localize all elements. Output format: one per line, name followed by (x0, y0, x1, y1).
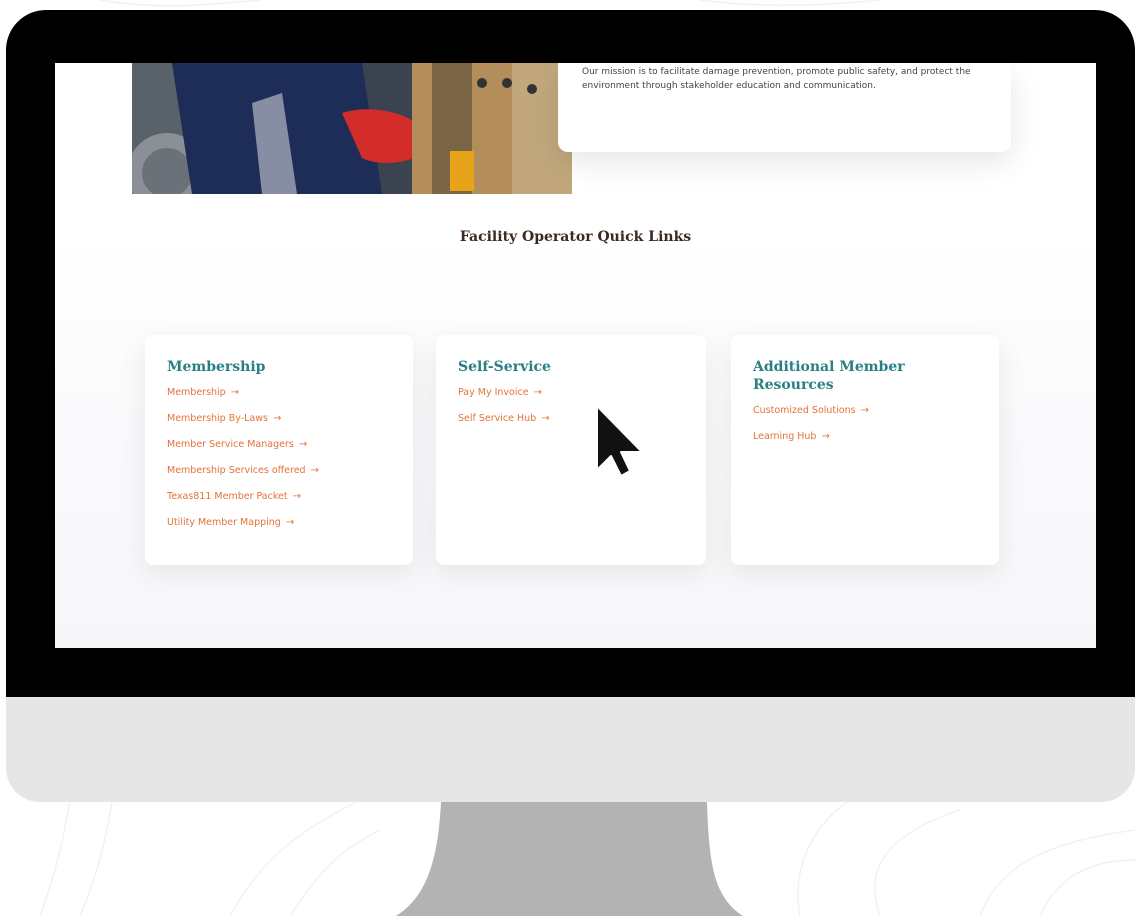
arrow-right-icon: → (298, 439, 308, 450)
additional-resources-links: Customized Solutions → Learning Hub → (753, 404, 999, 444)
arrow-right-icon: → (310, 465, 319, 476)
membership-bylaws-link[interactable]: Membership By-Laws → (167, 412, 413, 426)
self-service-card: Self-Service Pay My Invoice → Self Servic… (436, 335, 706, 565)
membership-services-offered-link[interactable]: Membership Services offered → (167, 464, 413, 478)
arrow-right-icon: → (821, 431, 830, 442)
web-page: Our mission is to facilitate damage prev… (55, 63, 1096, 648)
monitor-chin (6, 697, 1135, 802)
member-packet-link[interactable]: Texas811 Member Packet → (167, 490, 413, 504)
arrow-right-icon: → (272, 413, 282, 424)
additional-resources-card: Additional Member Resources Customized S… (731, 335, 999, 565)
learning-hub-link[interactable]: Learning Hub → (753, 430, 999, 444)
membership-link[interactable]: Membership → (167, 386, 413, 400)
monitor-screen: Our mission is to facilitate damage prev… (55, 63, 1096, 648)
membership-links: Membership → Membership By-Laws → Member S… (167, 386, 413, 530)
arrow-right-icon: → (285, 517, 295, 528)
membership-card-title: Membership (167, 359, 266, 375)
mission-card: Our mission is to facilitate damage prev… (558, 63, 1011, 152)
customized-solutions-link[interactable]: Customized Solutions → (753, 404, 999, 418)
arrow-right-icon: → (541, 413, 550, 424)
additional-resources-card-title: Additional Member Resources (753, 359, 905, 393)
arrow-right-icon: → (292, 491, 301, 502)
quick-links-heading: Facility Operator Quick Links (459, 229, 692, 245)
self-service-card-title: Self-Service (458, 359, 551, 375)
self-service-hub-link[interactable]: Self Service Hub → (458, 412, 706, 426)
utility-member-mapping-link[interactable]: Utility Member Mapping → (167, 516, 413, 530)
mission-text: Our mission is to facilitate damage prev… (582, 67, 971, 91)
arrow-right-icon: → (860, 405, 869, 416)
member-service-managers-link[interactable]: Member Service Managers → (167, 438, 413, 452)
hero-image (132, 63, 572, 194)
self-service-links: Pay My Invoice → Self Service Hub → (458, 386, 706, 426)
arrow-right-icon: → (230, 387, 240, 398)
membership-card: Membership Membership → Membership By-Law… (145, 335, 413, 565)
pay-my-invoice-link[interactable]: Pay My Invoice → (458, 386, 706, 400)
arrow-right-icon: → (533, 387, 542, 398)
monitor-stand (396, 802, 743, 916)
mouse-pointer-icon (596, 405, 643, 477)
